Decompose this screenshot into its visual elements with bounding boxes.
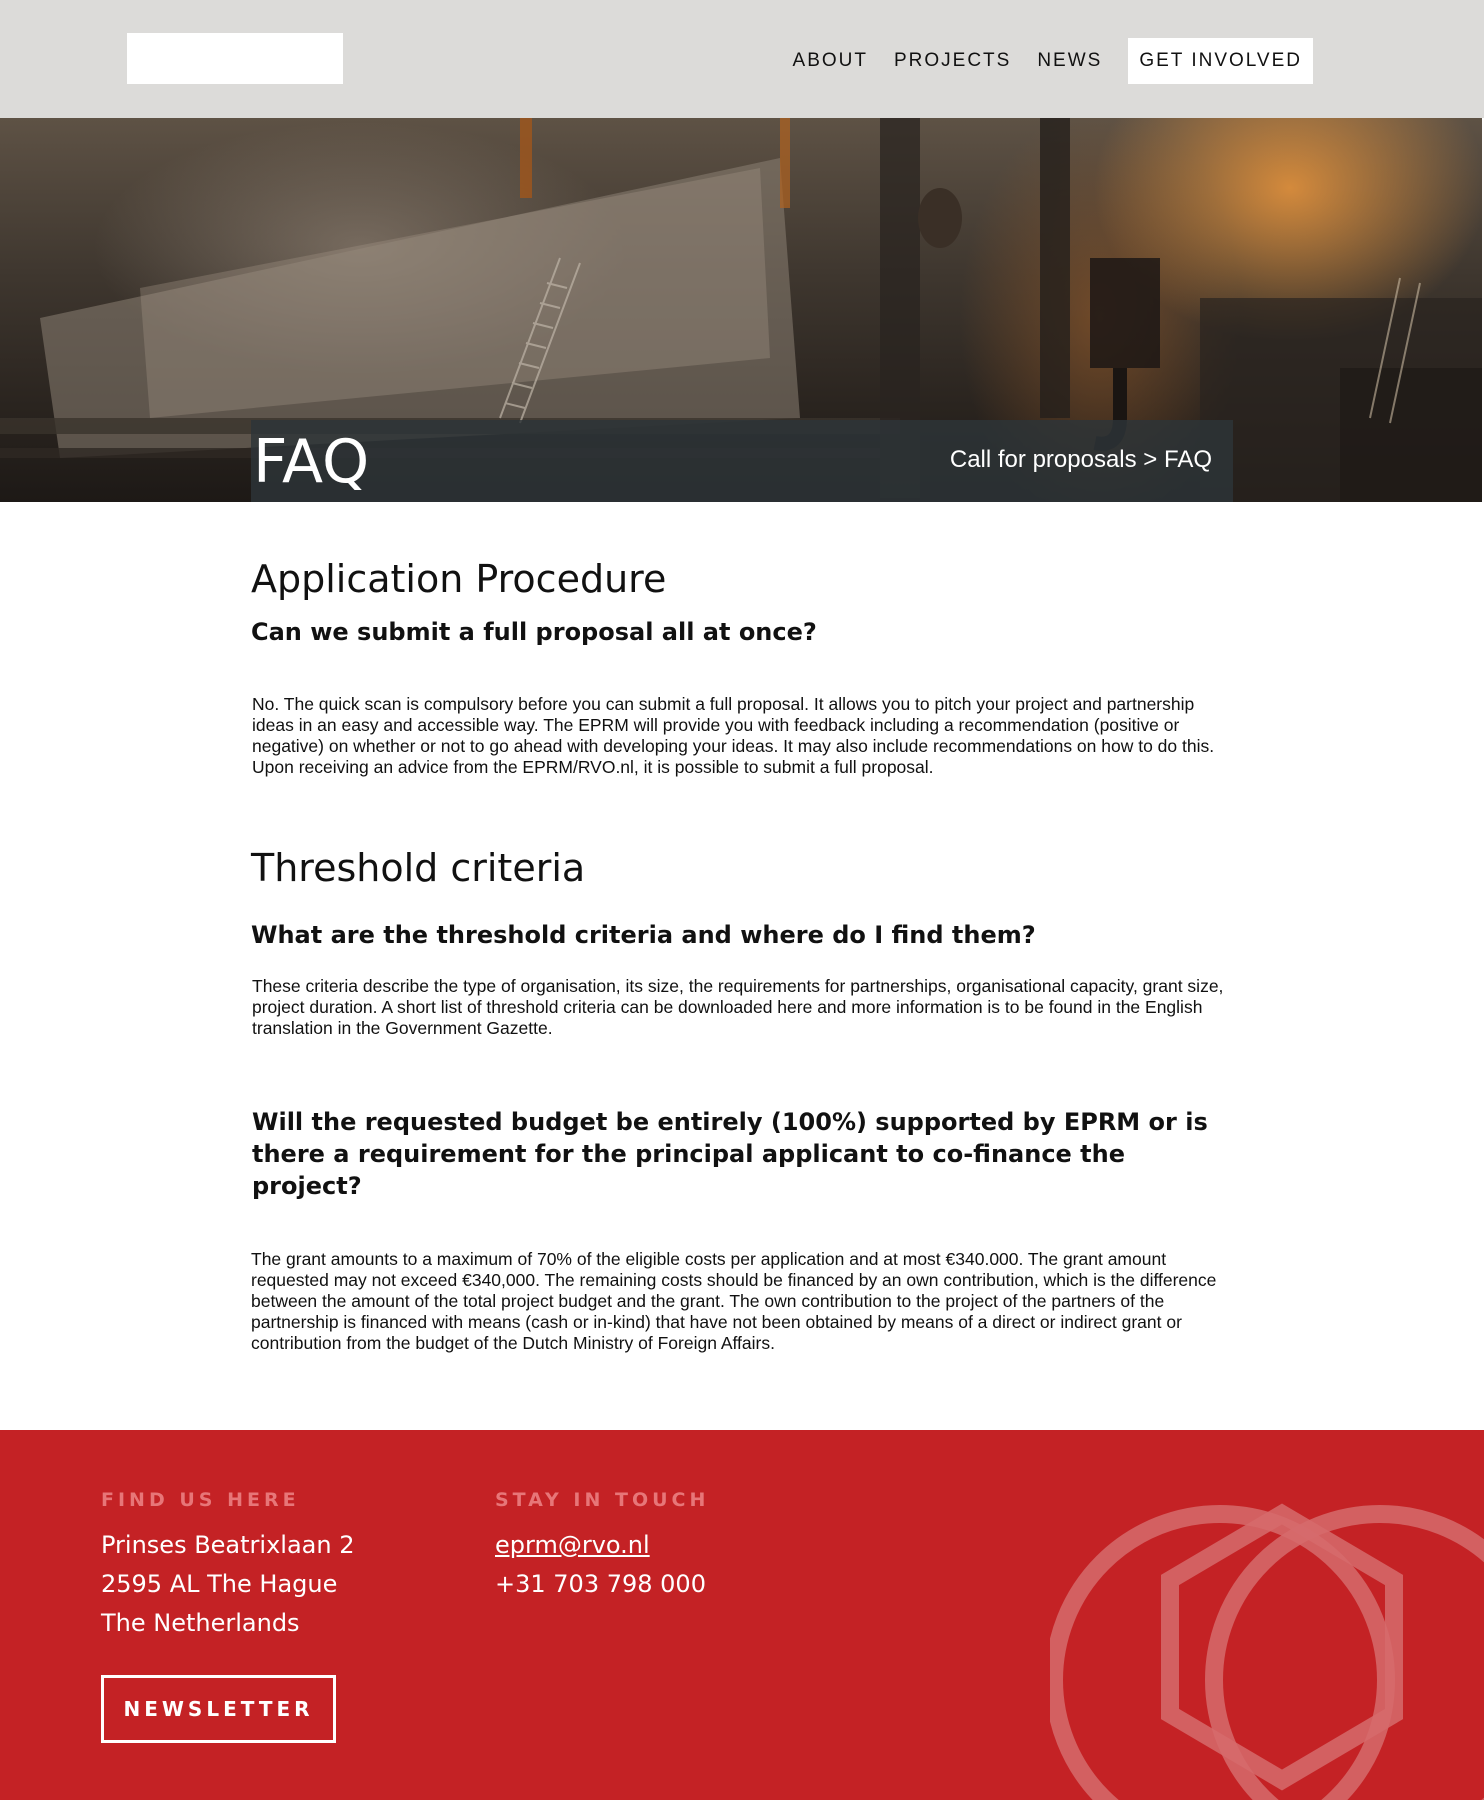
site-logo[interactable]	[127, 33, 343, 84]
site-footer: FIND US HERE Prinses Beatrixlaan 2 2595 …	[0, 1430, 1484, 1800]
faq-question: Will the requested budget be entirely (1…	[252, 1108, 1208, 1200]
faq-question: What are the threshold criteria and wher…	[251, 921, 1036, 949]
faq-answer: The grant amounts to a maximum of 70% of…	[251, 1249, 1217, 1353]
faq-question: Can we submit a full proposal all at onc…	[251, 618, 817, 646]
site-header: ABOUT PROJECTS NEWS GET INVOLVED	[0, 0, 1484, 118]
main-nav: ABOUT PROJECTS NEWS GET INVOLVED	[767, 38, 1313, 84]
faq-answer: No. The quick scan is compulsory before …	[252, 694, 1215, 777]
nav-news[interactable]: NEWS	[1037, 50, 1102, 72]
footer-find-us-title: FIND US HERE	[101, 1489, 300, 1511]
footer-address-line: The Netherlands	[101, 1609, 300, 1637]
footer-stay-in-touch-title: STAY IN TOUCH	[495, 1489, 710, 1511]
nav-get-involved-button[interactable]: GET INVOLVED	[1128, 38, 1313, 84]
breadcrumb[interactable]: Call for proposals > FAQ	[950, 446, 1212, 474]
page-title: FAQ	[253, 427, 370, 497]
footer-emblem-icon	[1050, 1503, 1484, 1800]
footer-email-link[interactable]: eprm@rvo.nl	[495, 1531, 650, 1559]
newsletter-button[interactable]: NEWSLETTER	[101, 1675, 336, 1743]
section-heading-threshold-criteria: Threshold criteria	[251, 846, 586, 890]
footer-address-line: Prinses Beatrixlaan 2	[101, 1531, 355, 1559]
footer-address-line: 2595 AL The Hague	[101, 1570, 338, 1598]
nav-about[interactable]: ABOUT	[793, 50, 868, 72]
faq-answer: These criteria describe the type of orga…	[252, 976, 1224, 1038]
section-heading-application-procedure: Application Procedure	[251, 557, 667, 601]
nav-projects[interactable]: PROJECTS	[894, 50, 1011, 72]
footer-phone[interactable]: +31 703 798 000	[495, 1570, 706, 1598]
hero-banner: FAQ Call for proposals > FAQ	[0, 118, 1482, 502]
